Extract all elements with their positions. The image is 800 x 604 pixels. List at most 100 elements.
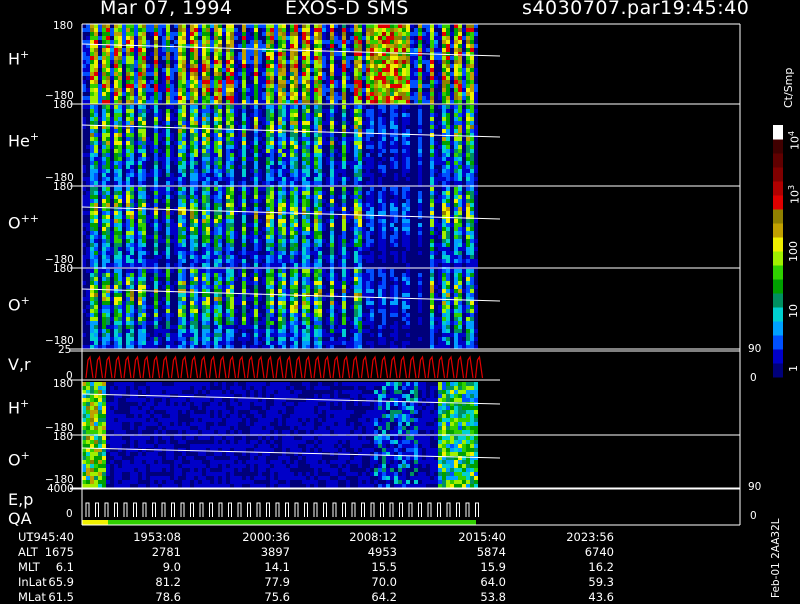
ep-step: [362, 503, 365, 517]
ep-step: [210, 503, 213, 517]
footer-value-mlat: 64.2: [327, 590, 397, 604]
ep-step: [295, 503, 298, 517]
ep-step: [219, 503, 222, 517]
vr-sawtooth: [400, 357, 407, 378]
vr-sawtooth: [276, 357, 283, 378]
footer-value-ut: 2023:56: [544, 530, 614, 544]
ep-step: [96, 503, 99, 517]
panel-label-qa: QA: [8, 509, 32, 528]
ep-step: [191, 503, 194, 517]
footer-value-inlat: 59.3: [544, 575, 614, 589]
footer-value-inlat: 64.0: [436, 575, 506, 589]
ep-step: [172, 503, 175, 517]
footer-value-ut: 2000:36: [220, 530, 290, 544]
footer-value-mlt: 14.1: [220, 560, 290, 574]
footer-value-inlat: 70.0: [327, 575, 397, 589]
plot-filename: s4030707.par: [522, 0, 660, 19]
ep-step: [124, 503, 127, 517]
ep-step: [438, 503, 441, 517]
footer-value-inlat: 81.2: [111, 575, 181, 589]
qa-bar-green: [108, 520, 476, 525]
footer-value-mlat: 61.5: [4, 590, 74, 604]
colorbar-segment: [773, 195, 783, 210]
panel-label-vr: V,r: [8, 355, 31, 374]
colorbar-segment: [773, 307, 783, 322]
vr-sawtooth: [96, 357, 103, 378]
vr-sawtooth: [210, 357, 217, 378]
vr-sawtooth: [371, 357, 378, 378]
footer-value-mlt: 16.2: [544, 560, 614, 574]
vr-sawtooth: [181, 357, 188, 378]
ep-step: [457, 503, 460, 517]
vr-sawtooth: [457, 357, 464, 378]
footer-value-alt: 2781: [111, 545, 181, 559]
colorbar-segment: [773, 181, 783, 196]
ep-step: [115, 503, 118, 517]
vr-sawtooth: [352, 357, 359, 378]
ep-step: [400, 503, 403, 517]
vr-right-zero: 0: [750, 372, 757, 384]
side-note: Feb-01 2AA32L: [770, 518, 782, 598]
footer-value-mlat: 43.6: [544, 590, 614, 604]
vr-sawtooth: [153, 357, 160, 378]
ep-step: [371, 503, 374, 517]
colorbar-tick-100: 100: [787, 241, 800, 262]
panel-1-ytop: 180: [53, 99, 73, 111]
colorbar-segment: [773, 265, 783, 280]
footer-value-mlat: 53.8: [436, 590, 506, 604]
vr-sawtooth: [447, 357, 454, 378]
panel-2-ytop: 180: [53, 181, 73, 193]
colorbar-unit: Ct/Smp: [782, 68, 795, 108]
colorbar-segment: [773, 349, 783, 364]
colorbar-tick-1e4: 104: [787, 131, 800, 150]
footer-value-ut: 1953:08: [111, 530, 181, 544]
vr-sawtooth: [200, 357, 207, 378]
plot-time: 19:45:40: [660, 0, 749, 19]
vr-sawtooth: [238, 357, 245, 378]
colorbar-segment: [773, 335, 783, 350]
vr-sawtooth: [134, 357, 141, 378]
ep-step: [381, 503, 384, 517]
vr-sawtooth: [267, 357, 274, 378]
ep-right-zero: 0: [750, 510, 757, 522]
footer-value-ut: 2015:40: [436, 530, 506, 544]
vr-sawtooth: [191, 357, 198, 378]
ep-step: [428, 503, 431, 517]
ep-step: [352, 503, 355, 517]
vr-sawtooth: [343, 357, 350, 378]
colorbar-tick-1e3: 103: [787, 185, 800, 204]
ep-step: [419, 503, 422, 517]
ep-step: [276, 503, 279, 517]
vr-sawtooth: [419, 357, 426, 378]
vr-sawtooth: [257, 357, 264, 378]
panel-label-op: O+: [8, 294, 30, 314]
colorbar-segment: [773, 125, 783, 140]
ep-step: [409, 503, 412, 517]
vr-sawtooth: [390, 357, 397, 378]
ep-step: [153, 503, 156, 517]
colorbar-segment: [773, 293, 783, 308]
colorbar-segment: [773, 209, 783, 224]
footer-value-alt: 5874: [436, 545, 506, 559]
vr-sawtooth: [105, 357, 112, 378]
vr-sawtooth: [409, 357, 416, 378]
ep-step: [305, 503, 308, 517]
vr-sawtooth: [143, 357, 150, 378]
vr-sawtooth: [428, 357, 435, 378]
colorbar-segment: [773, 363, 783, 378]
spectrogram-panel-1: [82, 105, 478, 189]
vr-sawtooth: [295, 357, 302, 378]
panel-3-ytop: 180: [53, 263, 73, 275]
footer-value-mlt: 15.9: [436, 560, 506, 574]
ep-step: [143, 503, 146, 517]
spectrogram-panel-0: [82, 24, 478, 104]
vr-sawtooth: [172, 357, 179, 378]
colorbar-segment: [773, 237, 783, 252]
ep-step: [476, 503, 479, 517]
low-spectrogram-panel-0: [82, 382, 478, 438]
panel-label-he: He+: [8, 130, 39, 150]
ep-step: [343, 503, 346, 517]
vr-ytop: 25: [58, 344, 71, 356]
plot-date: Mar 07, 1994: [100, 0, 233, 19]
plot-instrument: EXOS-D SMS: [285, 0, 409, 19]
